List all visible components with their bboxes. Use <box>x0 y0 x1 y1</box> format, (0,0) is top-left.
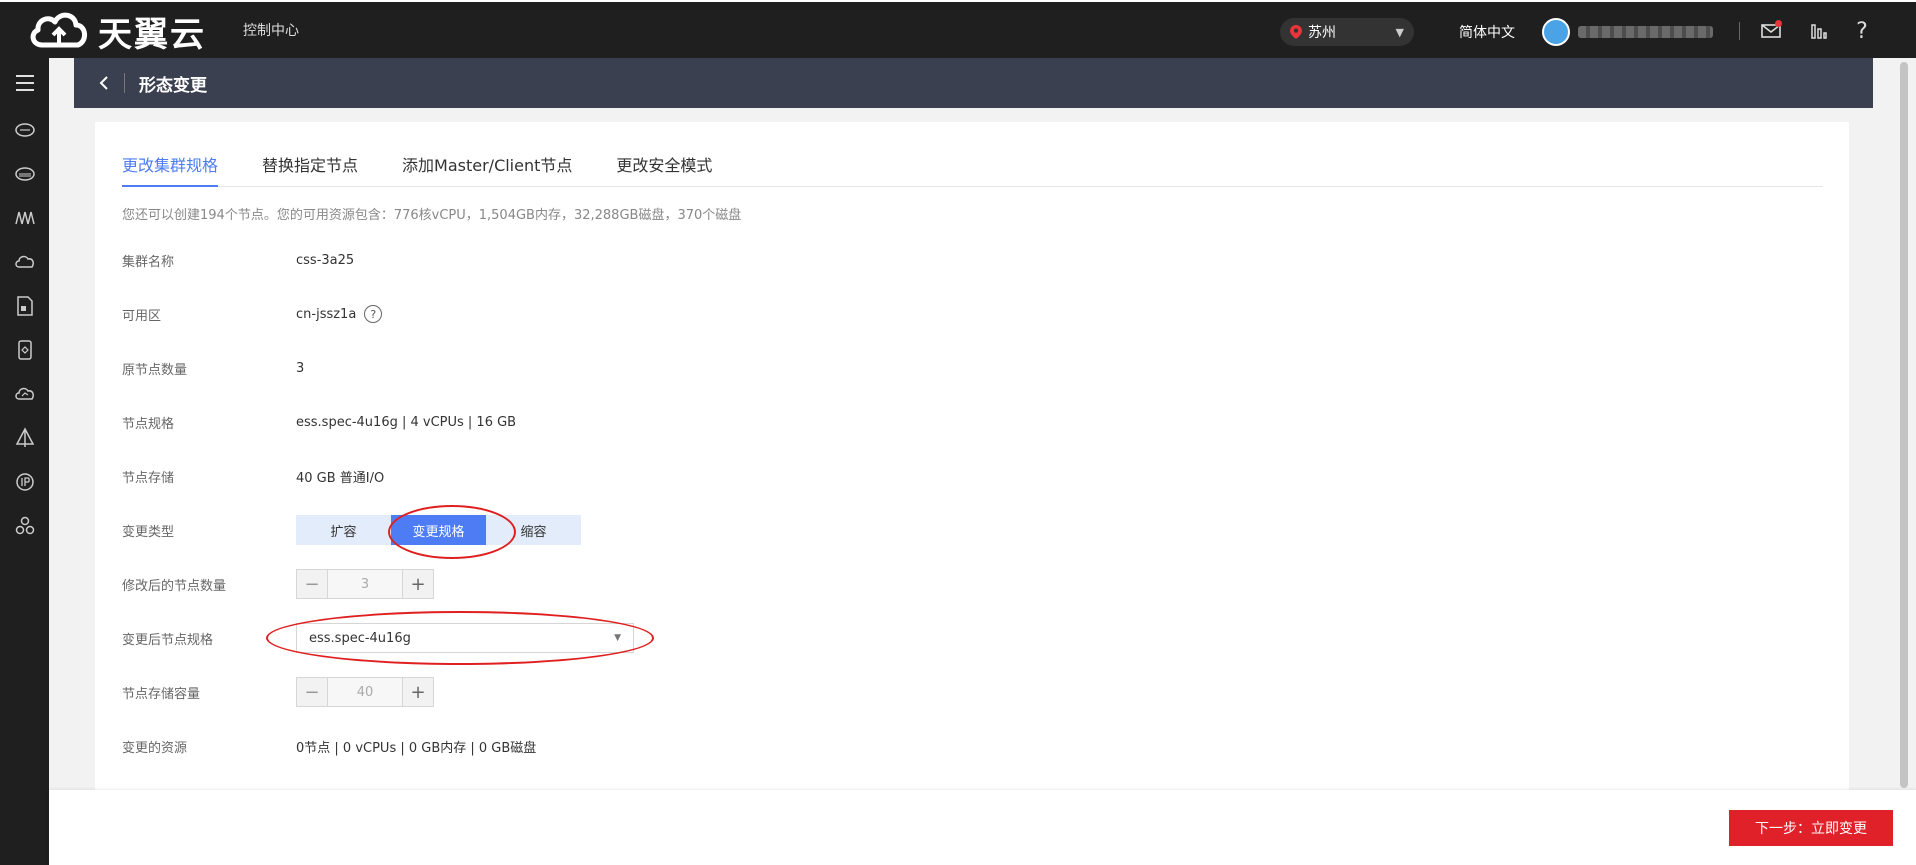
caret-down-icon: ▼ <box>614 633 621 643</box>
row-cluster-name: 集群名称 css-3a25 <box>122 245 354 275</box>
label-changed-resources: 变更的资源 <box>122 740 188 756</box>
scale-in-button[interactable]: 缩容 <box>486 515 581 545</box>
tab-bar: 更改集群规格 替换指定节点 添加Master/Client节点 更改安全模式 <box>122 142 1823 187</box>
cloud-logo-icon <box>30 12 87 48</box>
value-node-spec: ess.spec-4u16g | 4 vCPUs | 16 GB <box>296 414 517 430</box>
label-az: 可用区 <box>122 308 162 324</box>
resource-notice: 您还可以创建194个节点。您的可用资源包含：776核vCPU，1,504GB内存… <box>122 208 742 223</box>
cluster-icon[interactable] <box>0 504 49 548</box>
row-new-spec: 变更后节点规格 ess.spec-4u16g ▼ <box>122 623 634 653</box>
change-spec-button[interactable]: 变更规格 <box>391 515 486 545</box>
content-card: 更改集群规格 替换指定节点 添加Master/Client节点 更改安全模式 您… <box>95 122 1849 790</box>
new-spec-value: ess.spec-4u16g <box>309 630 411 646</box>
ip-icon[interactable] <box>0 460 49 504</box>
change-type-segmented: 扩容 变更规格 缩容 <box>296 515 581 545</box>
username-redacted <box>1578 26 1713 38</box>
scrollbar-thumb[interactable] <box>1900 62 1908 788</box>
console-link[interactable]: 控制中心 <box>243 20 299 40</box>
question-circle-icon[interactable]: ? <box>364 305 383 323</box>
tab-replace-node[interactable]: 替换指定节点 <box>262 142 358 187</box>
scale-out-button[interactable]: 扩容 <box>296 515 391 545</box>
region-label: 苏州 <box>1308 25 1336 41</box>
row-node-spec: 节点规格 ess.spec-4u16g | 4 vCPUs | 16 GB <box>122 407 516 437</box>
menu-icon[interactable] <box>0 58 49 108</box>
pyramid-icon[interactable] <box>0 416 49 460</box>
storage-input[interactable]: 40 <box>327 678 403 706</box>
row-change-type: 变更类型 扩容 变更规格 缩容 <box>122 515 581 545</box>
cloud-host-icon[interactable] <box>0 108 49 152</box>
back-arrow-icon[interactable] <box>84 58 124 108</box>
plus-icon[interactable]: + <box>403 570 433 598</box>
label-node-spec: 节点规格 <box>122 416 175 432</box>
tab-change-cluster-spec[interactable]: 更改集群规格 <box>122 142 219 187</box>
divider <box>1739 22 1740 40</box>
region-selector[interactable]: 苏州 ▼ <box>1280 18 1414 46</box>
location-pin-icon <box>1290 25 1302 39</box>
caret-down-icon: ▼ <box>1395 25 1404 39</box>
minus-icon[interactable]: − <box>297 678 327 706</box>
label-new-spec: 变更后节点规格 <box>122 632 214 648</box>
cloud-disk-icon[interactable] <box>0 152 49 196</box>
mail-icon[interactable] <box>1758 18 1784 44</box>
top-bar: 天翼云 控制中心 苏州 ▼ 简体中文 ? <box>0 0 1916 58</box>
row-changed-resources: 变更的资源 0节点 | 0 vCPUs | 0 GB内存 | 0 GB磁盘 <box>122 731 536 761</box>
left-nav <box>0 58 49 865</box>
network-icon[interactable] <box>0 196 49 240</box>
label-storage-capacity: 节点存储容量 <box>122 686 201 702</box>
document-icon[interactable] <box>0 284 49 328</box>
page-header: 形态变更 <box>74 58 1873 108</box>
label-new-node-count: 修改后的节点数量 <box>122 578 227 594</box>
scrollbar[interactable] <box>1898 58 1910 790</box>
bar-chart-icon[interactable] <box>1806 18 1832 44</box>
value-az-wrap: cn-jssz1a ? <box>296 305 383 323</box>
label-node-storage: 节点存储 <box>122 470 175 486</box>
tab-add-master-client[interactable]: 添加Master/Client节点 <box>402 142 572 187</box>
row-new-node-count: 修改后的节点数量 − 3 + <box>122 569 434 599</box>
node-count-stepper: − 3 + <box>296 569 434 599</box>
value-node-storage: 40 GB 普通I/O <box>296 470 385 486</box>
row-node-storage: 节点存储 40 GB 普通I/O <box>122 461 384 491</box>
logo[interactable]: 天翼云 <box>28 8 206 55</box>
value-cluster-name: css-3a25 <box>296 252 355 268</box>
user-menu[interactable] <box>1542 18 1713 46</box>
row-storage-capacity: 节点存储容量 − 40 + <box>122 677 434 707</box>
help-icon[interactable]: ? <box>1849 18 1875 44</box>
next-change-button[interactable]: 下一步：立即变更 <box>1729 810 1893 846</box>
page-title: 形态变更 <box>139 75 207 96</box>
tab-change-security-mode[interactable]: 更改安全模式 <box>616 142 712 187</box>
logo-text: 天翼云 <box>98 14 206 55</box>
new-spec-select[interactable]: ess.spec-4u16g ▼ <box>296 623 634 653</box>
language-selector[interactable]: 简体中文 <box>1459 22 1515 42</box>
node-count-input[interactable]: 3 <box>327 570 403 598</box>
label-change-type: 变更类型 <box>122 524 175 540</box>
row-orig-nodes: 原节点数量 3 <box>122 353 304 383</box>
label-orig-nodes: 原节点数量 <box>122 362 188 378</box>
value-changed-resources: 0节点 | 0 vCPUs | 0 GB内存 | 0 GB磁盘 <box>296 740 537 756</box>
cloud-monitor-icon[interactable] <box>0 372 49 416</box>
value-az: cn-jssz1a <box>296 306 357 322</box>
row-az: 可用区 cn-jssz1a ? <box>122 299 383 329</box>
plus-icon[interactable]: + <box>403 678 433 706</box>
bottom-action-bar: 下一步：立即变更 <box>49 790 1916 865</box>
label-cluster-name: 集群名称 <box>122 254 175 270</box>
notification-dot <box>1775 20 1782 27</box>
header-divider <box>124 73 125 93</box>
cloud-icon[interactable] <box>0 240 49 284</box>
sim-card-icon[interactable] <box>0 328 49 372</box>
minus-icon[interactable]: − <box>297 570 327 598</box>
avatar <box>1542 18 1570 46</box>
storage-stepper: − 40 + <box>296 677 434 707</box>
value-orig-nodes: 3 <box>296 360 305 376</box>
